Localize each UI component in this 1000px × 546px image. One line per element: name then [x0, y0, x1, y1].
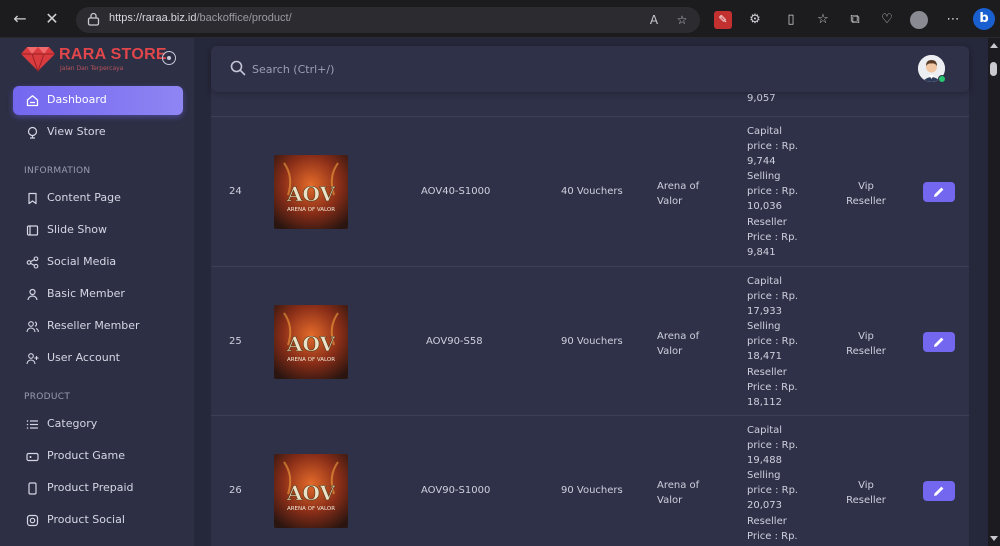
table-row: 24 AOV ARENA OF VALOR AOV40-S1000 40 Vou… [211, 116, 969, 266]
address-bar[interactable]: https://raraa.biz.id/backoffice/product/… [76, 7, 700, 33]
aov-logo-image: AOV ARENA OF VALOR [274, 454, 348, 528]
page-scrollbar[interactable] [988, 38, 1000, 546]
row-number: 24 [229, 186, 242, 197]
product-name: 90 Vouchers [561, 485, 623, 496]
product-name: 90 Vouchers [561, 336, 623, 347]
sidebar-item-basic-member[interactable]: Basic Member [13, 280, 183, 309]
row-number: 25 [229, 336, 242, 347]
user-plus-icon [26, 353, 39, 365]
brand-tagline: Jalan Dan Terpercaya [60, 65, 124, 72]
game-name: Arena of Valor [657, 181, 700, 207]
slides-icon [26, 225, 39, 236]
stop-loading-icon[interactable]: ✕ [42, 9, 62, 29]
product-image: AOV ARENA OF VALOR [274, 454, 348, 528]
gamepad-icon [26, 452, 39, 462]
table-row: 26 AOV ARENA OF VALOR AOV90-S1000 90 Vou… [211, 415, 969, 546]
browser-essentials-icon[interactable]: ♡ [878, 11, 896, 29]
product-code: AOV40-S1000 [421, 186, 491, 197]
price-details: Capital price : Rp. 17,933 Selling price : … [747, 276, 799, 408]
game-name: Arena of Valor [657, 331, 700, 357]
sidebar-item-category[interactable]: Category [13, 410, 183, 439]
list-icon [26, 420, 38, 429]
favorites-icon[interactable]: ☆ [814, 11, 832, 29]
pencil-icon [934, 486, 944, 496]
user-icon [27, 288, 38, 301]
home-icon [26, 95, 39, 107]
brand-name: RARA STORE [59, 46, 167, 63]
svg-text:AOV: AOV [286, 332, 336, 356]
scroll-thumb[interactable] [990, 62, 997, 76]
sidebar-item-product-game[interactable]: Product Game [13, 442, 183, 471]
lock-icon [87, 12, 100, 26]
sidebar-item-product-prepaid[interactable]: Product Prepaid [13, 474, 183, 503]
section-label-product: PRODUCT [24, 392, 71, 402]
sidebar-item-slide-show[interactable]: Slide Show [13, 216, 183, 245]
game-name: Arena of Valor [657, 480, 700, 506]
svg-text:ARENA OF VALOR: ARENA OF VALOR [287, 506, 335, 512]
phone-icon [28, 482, 37, 495]
sidebar-item-social-media[interactable]: Social Media [13, 248, 183, 277]
aov-logo-image: AOV ARENA OF VALOR [274, 155, 348, 229]
top-navbar [211, 46, 969, 92]
sidebar: RARA STORE Jalan Dan Terpercaya Dashboar… [0, 38, 194, 546]
sidebar-item-reseller-member[interactable]: Reseller Member [13, 312, 183, 341]
search-input[interactable] [252, 59, 452, 79]
product-table: 9,057 24 AOV ARENA OF VALOR AOV40-S1000 … [211, 88, 969, 546]
svg-text:ARENA OF VALOR: ARENA OF VALOR [287, 357, 335, 363]
instagram-icon [26, 514, 39, 527]
section-label-information: INFORMATION [24, 166, 91, 176]
more-menu-icon[interactable]: ⋯ [944, 11, 962, 29]
product-code: AOV90-S58 [426, 336, 483, 347]
back-arrow-icon[interactable]: ← [10, 9, 30, 29]
svg-text:AOV: AOV [286, 481, 336, 505]
table-row: 25 AOV ARENA OF VALOR AOV90-S58 90 Vouch… [211, 266, 969, 415]
main-content: 9,057 24 AOV ARENA OF VALOR AOV40-S1000 … [194, 38, 988, 546]
aov-logo-image: AOV ARENA OF VALOR [274, 305, 348, 379]
read-aloud-icon[interactable]: A [646, 12, 662, 28]
globe-icon [27, 126, 38, 139]
product-code: AOV90-S1000 [421, 485, 491, 496]
partial-price-value: 9,057 [747, 93, 776, 104]
product-image: AOV ARENA OF VALOR [274, 155, 348, 229]
edit-button[interactable] [923, 332, 955, 352]
price-details: Capital price : Rp. 19,488 Selling price : … [747, 425, 799, 542]
split-screen-icon[interactable]: ▯ [782, 11, 800, 29]
sidebar-item-user-account[interactable]: User Account [13, 344, 183, 373]
member-level: Vip Reseller [846, 480, 886, 506]
product-name: 40 Vouchers [561, 186, 623, 197]
pencil-icon [934, 187, 944, 197]
favorite-star-icon[interactable]: ☆ [674, 12, 690, 28]
extension-red-icon[interactable]: ✎ [714, 11, 732, 29]
scroll-down-arrow-icon[interactable] [990, 536, 998, 541]
collections-icon[interactable]: ⧉ [846, 11, 864, 29]
sidebar-item-dashboard[interactable]: Dashboard [13, 86, 183, 115]
svg-text:ARENA OF VALOR: ARENA OF VALOR [287, 207, 335, 213]
svg-text:AOV: AOV [286, 182, 336, 206]
profile-avatar-icon[interactable] [910, 11, 928, 29]
brand-logo[interactable]: RARA STORE Jalan Dan Terpercaya [20, 44, 180, 74]
diamond-logo-icon [21, 47, 55, 72]
sidebar-item-content-page[interactable]: Content Page [13, 184, 183, 213]
sidebar-item-view-store[interactable]: View Store [13, 118, 183, 147]
scroll-up-arrow-icon[interactable] [990, 43, 998, 48]
sidebar-item-product-social[interactable]: Product Social [13, 506, 183, 535]
edit-button[interactable] [923, 481, 955, 501]
member-level: Vip Reseller [846, 181, 886, 207]
member-level: Vip Reseller [846, 331, 886, 357]
sidebar-toggle-icon[interactable] [162, 51, 176, 65]
browser-toolbar: ← ✕ https://raraa.biz.id/backoffice/prod… [0, 0, 1000, 38]
row-number: 26 [229, 485, 242, 496]
extensions-puzzle-icon[interactable]: ⚙ [746, 11, 764, 29]
search-icon[interactable] [230, 60, 246, 76]
address-url: https://raraa.biz.id/backoffice/product/ [109, 12, 292, 24]
pencil-icon [934, 337, 944, 347]
bing-chat-icon[interactable]: b [973, 8, 995, 30]
users-icon [26, 321, 39, 333]
product-image: AOV ARENA OF VALOR [274, 305, 348, 379]
online-status-dot [938, 75, 946, 83]
bookmark-icon [28, 192, 37, 205]
share-icon [26, 256, 39, 269]
price-details: Capital price : Rp. 9,744 Selling price : R… [747, 126, 799, 258]
edit-button[interactable] [923, 182, 955, 202]
